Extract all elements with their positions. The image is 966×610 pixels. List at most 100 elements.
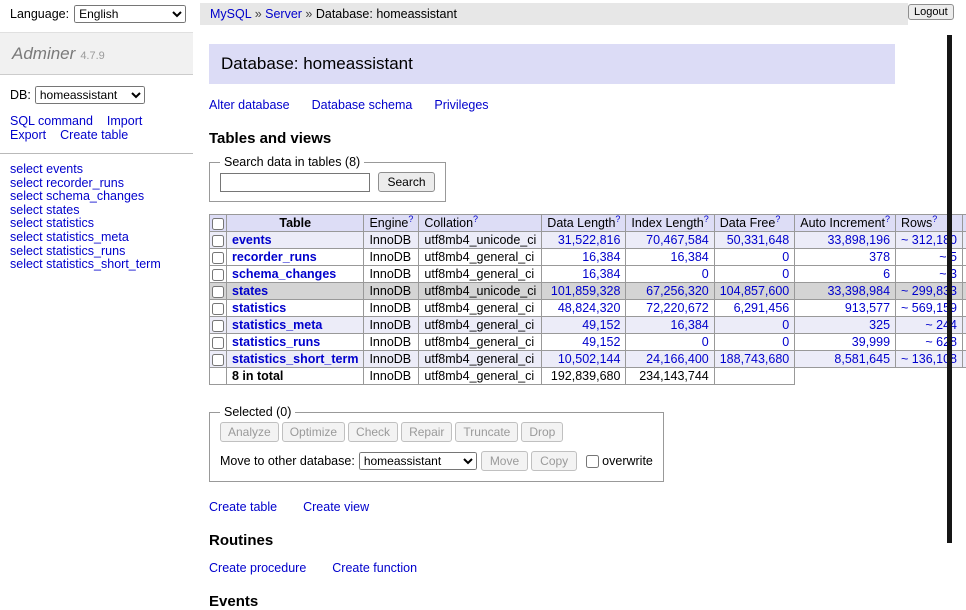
col-header-data-length: Data Length? — [542, 215, 626, 232]
index-length-link[interactable]: 16,384 — [671, 250, 709, 264]
row-checkbox-statistics-runs[interactable] — [212, 337, 224, 349]
table-row: statistics_short_termInnoDButf8mb4_gener… — [210, 351, 966, 368]
search-button[interactable]: Search — [378, 172, 434, 192]
row-checkbox-events[interactable] — [212, 235, 224, 247]
data-length-link[interactable]: 49,152 — [582, 335, 620, 349]
data-free-link[interactable]: 104,857,600 — [720, 284, 790, 298]
auto-increment-link[interactable]: 913,577 — [845, 301, 890, 315]
auto-increment-link[interactable]: 378 — [869, 250, 890, 264]
auto-increment-link[interactable]: 6 — [883, 267, 890, 281]
row-checkbox-statistics-short-term[interactable] — [212, 354, 224, 366]
overwrite-checkbox[interactable] — [586, 455, 599, 468]
auto-increment-link[interactable]: 325 — [869, 318, 890, 332]
index-length-link[interactable]: 16,384 — [671, 318, 709, 332]
table-link-statistics-short-term[interactable]: statistics_short_term — [232, 352, 358, 366]
data-length-link[interactable]: 48,824,320 — [558, 301, 621, 315]
data-free-link[interactable]: 188,743,680 — [720, 352, 790, 366]
data-free-link[interactable]: 50,331,648 — [727, 233, 790, 247]
table-link-statistics-meta[interactable]: statistics_meta — [232, 318, 322, 332]
help-link-index-length[interactable]: ? — [704, 214, 709, 224]
table-link-recorder-runs[interactable]: recorder_runs — [232, 250, 317, 264]
sidebar-item-statistics-runs[interactable]: select statistics_runs — [10, 245, 183, 259]
help-link-rows[interactable]: ? — [932, 214, 937, 224]
link-create-view[interactable]: Create view — [303, 500, 369, 514]
row-checkbox-recorder-runs[interactable] — [212, 252, 224, 264]
sidebar-item-events[interactable]: select events — [10, 163, 183, 177]
help-link-engine[interactable]: ? — [408, 214, 413, 224]
help-link-data-free[interactable]: ? — [775, 214, 780, 224]
data-length-link[interactable]: 101,859,328 — [551, 284, 621, 298]
sidebar-item-statistics-meta[interactable]: select statistics_meta — [10, 231, 183, 245]
breadcrumb-link-mysql[interactable]: MySQL — [210, 7, 251, 21]
data-length-link[interactable]: 16,384 — [582, 267, 620, 281]
rows-link[interactable]: ~ 628 — [925, 335, 957, 349]
table-link-statistics-runs[interactable]: statistics_runs — [232, 335, 320, 349]
index-length-link[interactable]: 0 — [702, 267, 709, 281]
search-input[interactable] — [220, 173, 370, 192]
bulk-analyze-button[interactable]: Analyze — [220, 422, 279, 442]
sidebar-link-import[interactable]: Import — [107, 114, 142, 128]
index-length-link[interactable]: 24,166,400 — [646, 352, 709, 366]
row-checkbox-statistics-meta[interactable] — [212, 320, 224, 332]
vertical-scrollbar[interactable] — [947, 35, 952, 543]
language-select[interactable]: English — [74, 5, 186, 23]
table-link-states[interactable]: states — [232, 284, 268, 298]
data-length-link[interactable]: 10,502,144 — [558, 352, 621, 366]
bulk-truncate-button[interactable]: Truncate — [455, 422, 518, 442]
col-header-label: Table — [279, 216, 311, 230]
auto-increment-link[interactable]: 39,999 — [852, 335, 890, 349]
move-db-select[interactable]: homeassistant — [359, 452, 477, 470]
index-length-link[interactable]: 72,220,672 — [646, 301, 709, 315]
sidebar-item-states[interactable]: select states — [10, 204, 183, 218]
breadcrumb-link-server[interactable]: Server — [265, 7, 302, 21]
table-link-schema-changes[interactable]: schema_changes — [232, 267, 336, 281]
action-database-schema[interactable]: Database schema — [312, 98, 413, 112]
auto-increment-link[interactable]: 8,581,645 — [834, 352, 890, 366]
sidebar-item-recorder-runs[interactable]: select recorder_runs — [10, 177, 183, 191]
data-free-link[interactable]: 0 — [782, 318, 789, 332]
rows-link[interactable]: ~ 244 — [925, 318, 957, 332]
help-link-data-length[interactable]: ? — [615, 214, 620, 224]
row-checkbox-schema-changes[interactable] — [212, 269, 224, 281]
bulk-drop-button[interactable]: Drop — [521, 422, 563, 442]
help-link-auto-increment[interactable]: ? — [885, 214, 890, 224]
sidebar-item-statistics[interactable]: select statistics — [10, 217, 183, 231]
index-length-link[interactable]: 0 — [702, 335, 709, 349]
index-length-link[interactable]: 70,467,584 — [646, 233, 709, 247]
bulk-repair-button[interactable]: Repair — [401, 422, 452, 442]
data-length-link[interactable]: 16,384 — [582, 250, 620, 264]
data-free-link[interactable]: 0 — [782, 335, 789, 349]
row-checkbox-states[interactable] — [212, 286, 224, 298]
table-link-statistics[interactable]: statistics — [232, 301, 286, 315]
engine-cell: InnoDB — [364, 317, 419, 334]
data-free-link[interactable]: 6,291,456 — [734, 301, 790, 315]
move-button[interactable]: Move — [481, 451, 528, 471]
copy-button[interactable]: Copy — [531, 451, 577, 471]
data-length-link[interactable]: 31,522,816 — [558, 233, 621, 247]
bulk-optimize-button[interactable]: Optimize — [282, 422, 345, 442]
bulk-check-button[interactable]: Check — [348, 422, 398, 442]
data-free-link[interactable]: 0 — [782, 250, 789, 264]
row-checkbox-statistics[interactable] — [212, 303, 224, 315]
sidebar-link-create-table[interactable]: Create table — [60, 128, 128, 142]
sidebar-item-schema-changes[interactable]: select schema_changes — [10, 190, 183, 204]
table-row: recorder_runsInnoDButf8mb4_general_ci16,… — [210, 249, 966, 266]
link-create-table[interactable]: Create table — [209, 500, 277, 514]
sidebar-item-statistics-short-term[interactable]: select statistics_short_term — [10, 258, 183, 272]
data-length-link[interactable]: 49,152 — [582, 318, 620, 332]
auto-increment-link[interactable]: 33,398,984 — [827, 284, 890, 298]
select-all-checkbox[interactable] — [212, 218, 224, 230]
link-create-function[interactable]: Create function — [332, 561, 417, 575]
action-alter-database[interactable]: Alter database — [209, 98, 290, 112]
index-length-link[interactable]: 67,256,320 — [646, 284, 709, 298]
help-link-collation[interactable]: ? — [473, 214, 478, 224]
sidebar-link-export[interactable]: Export — [10, 128, 46, 142]
action-privileges[interactable]: Privileges — [434, 98, 488, 112]
table-link-events[interactable]: events — [232, 233, 272, 247]
db-select[interactable]: homeassistant — [35, 86, 145, 104]
auto-increment-link[interactable]: 33,898,196 — [827, 233, 890, 247]
data-free-link[interactable]: 0 — [782, 267, 789, 281]
logout-button[interactable]: Logout — [908, 4, 954, 20]
link-create-procedure[interactable]: Create procedure — [209, 561, 306, 575]
sidebar-link-sql-command[interactable]: SQL command — [10, 114, 93, 128]
